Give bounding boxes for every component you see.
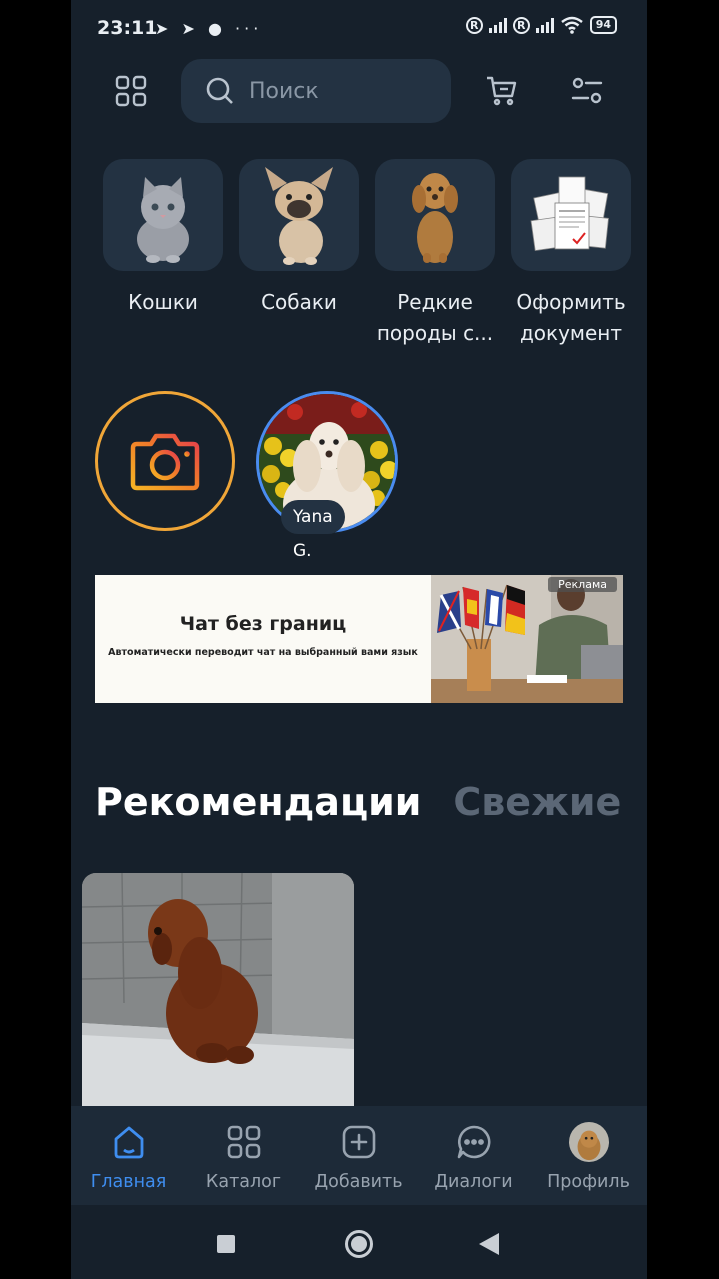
- bottom-navigation: Главная Каталог Добавить Диалоги Профиль: [71, 1106, 647, 1205]
- add-story-button[interactable]: [95, 391, 235, 531]
- back-button[interactable]: [479, 1233, 499, 1255]
- top-bar: Поиск: [71, 58, 647, 124]
- registered-icon: R: [465, 16, 483, 34]
- battery-indicator: 94: [589, 16, 617, 34]
- status-bar: 23:11 ➤ ➤ ● ··· R R 94: [71, 0, 647, 58]
- ad-subtitle: Автоматически переводит чат на выбранный…: [108, 647, 418, 658]
- nav-label: Диалоги: [434, 1172, 513, 1192]
- category-documents[interactable]: Оформить документ: [511, 159, 631, 349]
- search-placeholder: Поиск: [249, 78, 319, 104]
- ad-image: Реклама: [431, 575, 623, 703]
- cart-icon[interactable]: [480, 69, 524, 113]
- add-icon: [339, 1122, 379, 1162]
- avatar: [568, 1122, 609, 1162]
- category-label: Оформить документ: [516, 290, 626, 345]
- nav-home[interactable]: Главная: [71, 1106, 186, 1205]
- wifi-icon: [560, 16, 583, 34]
- system-navigation-bar: [71, 1205, 647, 1279]
- registered-icon-2: R: [512, 16, 530, 34]
- recent-apps-button[interactable]: [217, 1235, 235, 1253]
- search-input[interactable]: Поиск: [181, 59, 451, 123]
- cat-photo: [103, 159, 223, 271]
- dog-photo: [239, 159, 359, 271]
- category-label: Кошки: [128, 290, 198, 314]
- ad-tag: Реклама: [548, 577, 617, 592]
- ad-title: Чат без границ: [179, 613, 347, 635]
- category-rare-breeds[interactable]: Редкие породы с...: [375, 159, 495, 349]
- nav-profile[interactable]: Профиль: [531, 1106, 646, 1205]
- nav-dialogs[interactable]: Диалоги: [416, 1106, 531, 1205]
- camera-icon: [130, 433, 200, 491]
- notification-icons: ➤ ➤ ● ···: [155, 19, 263, 38]
- signal-icon-2: [535, 17, 554, 33]
- grid-menu-icon[interactable]: [109, 69, 153, 113]
- tab-recommendations[interactable]: Рекомендации: [95, 780, 421, 824]
- status-time: 23:11: [97, 17, 158, 39]
- status-right: R R 94: [465, 16, 617, 34]
- documents-illustration: [511, 159, 631, 271]
- catalog-icon: [224, 1122, 264, 1162]
- ad-banner[interactable]: Чат без границ Автоматически переводит ч…: [95, 575, 623, 703]
- app-screen: 23:11 ➤ ➤ ● ··· R R 94 Поиск Кошки Собак…: [71, 0, 647, 1279]
- chat-icon: [454, 1122, 494, 1162]
- nav-catalog[interactable]: Каталог: [186, 1106, 301, 1205]
- story-user-name: Yana G.: [281, 500, 345, 561]
- filter-settings-icon[interactable]: [565, 69, 609, 113]
- signal-icon: [488, 17, 507, 33]
- search-icon: [206, 77, 233, 104]
- feed-tabs: РекомендацииСвежиеМа: [95, 780, 647, 824]
- nav-label: Профиль: [547, 1172, 630, 1192]
- home-button[interactable]: [345, 1230, 373, 1258]
- category-dogs[interactable]: Собаки: [239, 159, 359, 318]
- nav-label: Добавить: [314, 1172, 403, 1192]
- nav-label: Каталог: [205, 1172, 282, 1192]
- home-icon: [109, 1122, 149, 1162]
- category-label: Редкие породы с...: [376, 290, 494, 345]
- rare-dog-photo: [375, 159, 495, 271]
- tab-fresh[interactable]: Свежие: [453, 780, 621, 824]
- category-label: Собаки: [261, 290, 337, 314]
- nav-label: Главная: [90, 1172, 167, 1192]
- category-cats[interactable]: Кошки: [103, 159, 223, 318]
- listing-card[interactable]: [82, 873, 354, 1106]
- nav-add[interactable]: Добавить: [301, 1106, 416, 1205]
